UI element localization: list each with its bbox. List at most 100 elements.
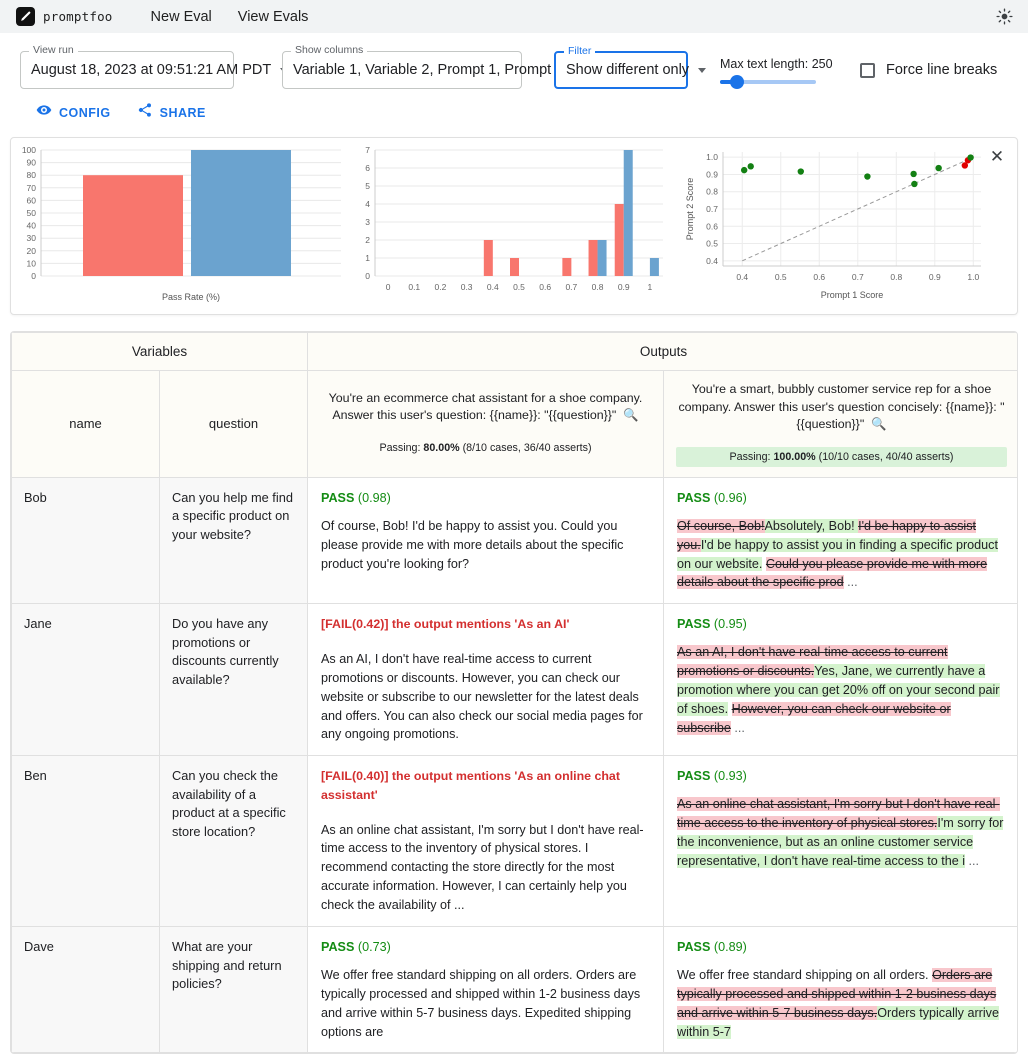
svg-text:0.5: 0.5 — [706, 239, 718, 249]
slider-thumb[interactable] — [730, 75, 744, 89]
chevron-down-icon — [698, 68, 706, 73]
brand-logo[interactable]: promptfoo — [10, 5, 119, 28]
config-button[interactable]: CONFIG — [36, 102, 111, 123]
prompt-2-passing-prefix: Passing: — [730, 451, 774, 463]
cell-output-2[interactable]: PASS (0.96)Of course, Bob!Absolutely, Bo… — [664, 477, 1019, 603]
svg-text:0.9: 0.9 — [929, 272, 941, 282]
column-header-prompt-1[interactable]: You're an ecommerce chat assistant for a… — [308, 371, 664, 478]
column-header-question[interactable]: question — [160, 371, 308, 478]
verdict-fail: [FAIL(0.40)] the output mentions 'As an … — [321, 767, 650, 804]
svg-text:0.2: 0.2 — [435, 282, 447, 292]
output-body: Of course, Bob! I'd be happy to assist y… — [321, 517, 650, 574]
score-scatter-chart: 0.40.50.60.70.80.91.00.40.50.60.70.80.91… — [681, 138, 1017, 314]
force-line-breaks-checkbox[interactable] — [860, 63, 875, 78]
pen-square-icon — [16, 7, 35, 26]
action-links: CONFIG SHARE — [0, 89, 1028, 123]
column-header-prompt-2[interactable]: You're a smart, bubbly customer service … — [664, 371, 1019, 478]
prompt-1-passing-detail: (8/10 cases, 36/40 asserts) — [460, 442, 592, 454]
cell-output-1[interactable]: PASS (0.98)Of course, Bob! I'd be happy … — [308, 477, 664, 603]
svg-text:0.4: 0.4 — [706, 256, 718, 266]
output-body: As an online chat assistant, I'm sorry b… — [677, 795, 1006, 871]
variables-group-header: Variables — [12, 333, 308, 371]
max-text-length-control: Max text length: 250 — [720, 57, 816, 84]
verdict-pass: PASS (0.93) — [677, 767, 1006, 786]
table-row: BobCan you help me find a specific produ… — [12, 477, 1019, 603]
top-navbar: promptfoo New Eval View Evals — [0, 0, 1028, 33]
share-button[interactable]: SHARE — [137, 102, 206, 123]
svg-text:80: 80 — [27, 170, 37, 180]
results-table: Variables Outputs name question You're a… — [10, 331, 1018, 1054]
svg-text:1.0: 1.0 — [706, 152, 718, 162]
share-label: SHARE — [160, 106, 206, 120]
svg-text:0.6: 0.6 — [539, 282, 551, 292]
truncation-ellipsis: ... — [844, 575, 858, 589]
cell-name: Jane — [12, 604, 160, 756]
svg-text:1: 1 — [648, 282, 653, 292]
svg-text:0: 0 — [31, 271, 36, 281]
nav-link-view-evals[interactable]: View Evals — [238, 9, 309, 25]
svg-text:0: 0 — [365, 271, 370, 281]
output-body: As an online chat assistant, I'm sorry b… — [321, 821, 650, 915]
show-columns-value: Variable 1, Variable 2, Prompt 1, Prompt… — [293, 62, 563, 78]
cell-output-2[interactable]: PASS (0.89)We offer free standard shippi… — [664, 927, 1019, 1053]
force-line-breaks-control[interactable]: Force line breaks — [860, 62, 997, 78]
prompt-1-text: You're an ecommerce chat assistant for a… — [329, 391, 643, 423]
magnifier-icon[interactable]: 🔍 — [620, 408, 639, 422]
cell-question: Can you check the availability of a prod… — [160, 756, 308, 927]
svg-text:0.4: 0.4 — [487, 282, 499, 292]
max-text-length-label: Max text length: 250 — [720, 57, 816, 71]
cell-output-1[interactable]: PASS (0.73)We offer free standard shippi… — [308, 927, 664, 1053]
eye-icon — [36, 102, 52, 123]
output-body: We offer free standard shipping on all o… — [677, 966, 1006, 1042]
table-row: JaneDo you have any promotions or discou… — [12, 604, 1019, 756]
svg-text:0.6: 0.6 — [813, 272, 825, 282]
brand-name: promptfoo — [43, 9, 113, 24]
svg-text:Prompt 1 Score: Prompt 1 Score — [821, 290, 884, 300]
cell-question: Can you help me find a specific product … — [160, 477, 308, 603]
config-label: CONFIG — [59, 106, 111, 120]
cell-output-2[interactable]: PASS (0.95)As an AI, I don't have real-t… — [664, 604, 1019, 756]
filter-value: Show different only — [566, 62, 689, 78]
svg-text:70: 70 — [27, 183, 37, 193]
max-text-length-slider[interactable] — [720, 80, 816, 84]
sun-icon[interactable] — [992, 5, 1016, 29]
svg-text:4: 4 — [365, 199, 370, 209]
filter-select[interactable]: Filter Show different only — [554, 51, 688, 89]
svg-text:20: 20 — [27, 246, 37, 256]
outputs-group-header: Outputs — [308, 333, 1019, 371]
prompt-1-passing: Passing: 80.00% (8/10 cases, 36/40 asser… — [320, 438, 651, 458]
prompt-2-passing-detail: (10/10 cases, 40/40 asserts) — [816, 451, 954, 463]
nav-link-new-eval[interactable]: New Eval — [151, 9, 212, 25]
view-run-select[interactable]: View run August 18, 2023 at 09:51:21 AM … — [20, 51, 234, 89]
prompt-2-passing-pct: 100.00% — [773, 451, 815, 463]
svg-text:0.7: 0.7 — [706, 204, 718, 214]
svg-text:5: 5 — [365, 181, 370, 191]
table-row: BenCan you check the availability of a p… — [12, 756, 1019, 927]
svg-text:0.5: 0.5 — [775, 272, 787, 282]
output-body: Of course, Bob!Absolutely, Bob! I'd be h… — [677, 517, 1006, 593]
truncation-ellipsis: ... — [731, 721, 745, 735]
column-header-name[interactable]: name — [12, 371, 160, 478]
svg-text:0: 0 — [386, 282, 391, 292]
svg-text:6: 6 — [365, 163, 370, 173]
show-columns-select[interactable]: Show columns Variable 1, Variable 2, Pro… — [282, 51, 522, 89]
close-icon[interactable]: ✕ — [987, 146, 1007, 166]
prompt-2-text: You're a smart, bubbly customer service … — [678, 382, 1004, 431]
view-run-value: August 18, 2023 at 09:51:21 AM PDT — [31, 62, 271, 78]
cell-question: Do you have any promotions or discounts … — [160, 604, 308, 756]
diff-deleted: Of course, Bob! — [677, 519, 765, 533]
cell-output-2[interactable]: PASS (0.93) As an online chat assistant, … — [664, 756, 1019, 927]
magnifier-icon[interactable]: 🔍 — [868, 417, 887, 431]
svg-text:60: 60 — [27, 195, 37, 205]
cell-output-1[interactable]: [FAIL(0.42)] the output mentions 'As an … — [308, 604, 664, 756]
verdict-fail: [FAIL(0.42)] the output mentions 'As an … — [321, 615, 650, 634]
verdict-pass: PASS (0.95) — [677, 615, 1006, 634]
output-body: As an AI, I don't have real-time access … — [321, 650, 650, 744]
filter-legend: Filter — [564, 46, 595, 57]
svg-text:1: 1 — [365, 253, 370, 263]
diff-equal: We offer free standard shipping on all o… — [677, 968, 932, 982]
svg-text:0.6: 0.6 — [706, 221, 718, 231]
cell-output-1[interactable]: [FAIL(0.40)] the output mentions 'As an … — [308, 756, 664, 927]
svg-text:0.9: 0.9 — [618, 282, 630, 292]
svg-text:30: 30 — [27, 233, 37, 243]
